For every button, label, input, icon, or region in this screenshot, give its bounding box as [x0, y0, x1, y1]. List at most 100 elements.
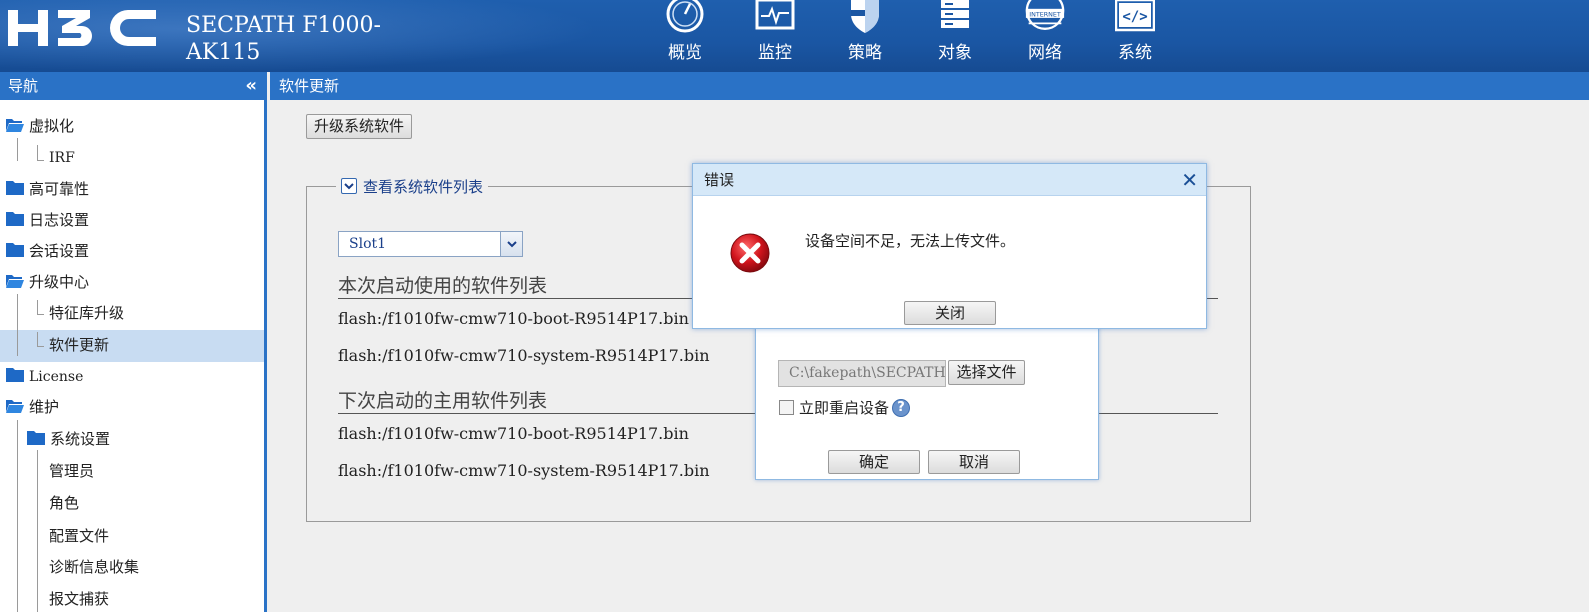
sidebar-item-label: 角色 [49, 494, 80, 512]
sidebar-item-label: 日志设置 [29, 211, 90, 229]
product-line-2: AK115 [186, 40, 261, 65]
sidebar-item-label: 虚拟化 [29, 117, 75, 135]
sidebar-item-system-settings[interactable]: 系统设置 [27, 424, 110, 454]
sidebar-item-signature-upgrade[interactable]: 特征库升级 [49, 298, 124, 328]
internet-text: INTERNET [1029, 12, 1061, 19]
page-title-bar: 软件更新 [270, 72, 1589, 100]
close-icon[interactable]: ✕ [1181, 164, 1198, 196]
error-message: 设备空间不足，无法上传文件。 [805, 232, 1016, 250]
sidebar-item-irf[interactable]: IRF [49, 143, 75, 173]
top-nav: 概览 监控 策略 对象 INTERNET 网络 </> 系统 [640, 0, 1180, 72]
nav-overview[interactable]: 概览 [640, 0, 730, 72]
next-file-system: flash:/f1010fw-cmw710-system-R9514P17.bi… [338, 461, 710, 480]
next-file-boot: flash:/f1010fw-cmw710-boot-R9514P17.bin [338, 424, 689, 443]
legend-label: 查看系统软件列表 [363, 177, 484, 196]
chevron-down-icon[interactable] [341, 178, 357, 194]
close-button[interactable]: 关闭 [904, 301, 996, 325]
tree-line [37, 346, 44, 347]
cancel-button[interactable]: 取消 [928, 450, 1020, 474]
product-name: SECPATH F1000- AK115 [186, 12, 381, 66]
sidebar-item-label: License [29, 369, 84, 385]
help-icon[interactable]: ? [892, 399, 910, 417]
sidebar-item-label: 升级中心 [29, 273, 90, 291]
current-file-boot: flash:/f1010fw-cmw710-boot-R9514P17.bin [338, 309, 689, 328]
server-stack-icon [935, 0, 975, 34]
error-icon [730, 233, 770, 273]
sidebar-item-label: IRF [49, 150, 75, 166]
tree-line [17, 420, 18, 612]
sidebar-item-label: 维护 [29, 398, 60, 416]
code-icon: </> [1115, 0, 1155, 34]
nav-network[interactable]: INTERNET 网络 [1000, 0, 1090, 72]
folder-open-icon [6, 400, 24, 413]
sidebar-item-session-settings[interactable]: 会话设置 [6, 236, 89, 266]
choose-file-button[interactable]: 选择文件 [948, 360, 1025, 385]
nav-monitor-label: 监控 [758, 43, 792, 63]
sidebar-item-label: 报文捕获 [49, 590, 110, 608]
folder-icon [6, 181, 24, 195]
nav-network-label: 网络 [1028, 43, 1062, 63]
sidebar-title: 导航 [8, 77, 39, 95]
nav-objects[interactable]: 对象 [910, 0, 1000, 72]
sidebar-item-label: 诊断信息收集 [49, 558, 140, 576]
sidebar-nav: 虚拟化 IRF 高可靠性 日志设置 会话设置 升级中心 特征库升级 软件更新 L… [0, 100, 267, 612]
sidebar-item-license[interactable]: License [6, 362, 83, 392]
product-line-1: SECPATH F1000- [186, 13, 381, 38]
sidebar-item-upgrade-center[interactable]: 升级中心 [6, 267, 89, 297]
file-path-field[interactable]: C:\fakepath\SECPATH10 [778, 360, 946, 387]
error-dialog: 错误 ✕ 设备空间不足，无法上传文件。 关闭 [692, 163, 1207, 329]
sidebar-item-label: 配置文件 [49, 527, 110, 545]
sidebar-item-virtualization[interactable]: 虚拟化 [6, 111, 74, 141]
sidebar-item-config-files[interactable]: 配置文件 [49, 521, 109, 551]
internet-globe-icon: INTERNET [1025, 0, 1065, 34]
sidebar-item-label: 系统设置 [50, 430, 111, 448]
confirm-button[interactable]: 确定 [828, 450, 920, 474]
restart-device-checkbox[interactable] [779, 400, 794, 415]
tree-line [17, 294, 18, 356]
sidebar-item-label: 管理员 [49, 462, 95, 480]
sidebar-item-software-update[interactable]: 软件更新 [49, 330, 109, 360]
sidebar-item-label: 高可靠性 [29, 180, 90, 198]
folder-icon [6, 368, 24, 382]
sidebar-item-high-availability[interactable]: 高可靠性 [6, 174, 89, 204]
software-list-legend[interactable]: 查看系统软件列表 [336, 175, 489, 197]
tree-line [17, 138, 18, 161]
chevron-down-icon[interactable] [500, 232, 522, 256]
upload-dialog: C:\fakepath\SECPATH10 选择文件 立即重启设备 ? 确定 取… [755, 322, 1099, 480]
sidebar-item-maintenance[interactable]: 维护 [6, 392, 59, 422]
folder-icon [6, 243, 24, 257]
folder-icon [27, 431, 45, 445]
tree-line [37, 332, 38, 347]
collapse-sidebar-icon[interactable]: « [245, 72, 257, 100]
upgrade-system-software-button[interactable]: 升级系统软件 [306, 114, 412, 139]
dashboard-gauge-icon [665, 0, 705, 34]
nav-objects-label: 对象 [938, 43, 972, 63]
sidebar-item-label: 特征库升级 [49, 304, 125, 322]
tree-line [37, 160, 44, 161]
nav-system[interactable]: </> 系统 [1090, 0, 1180, 72]
shield-icon [845, 0, 885, 34]
sidebar-item-packet-capture[interactable]: 报文捕获 [49, 584, 109, 612]
sidebar-item-log-settings[interactable]: 日志设置 [6, 205, 89, 235]
monitor-icon [755, 0, 795, 34]
code-text: </> [1122, 9, 1147, 25]
current-file-system: flash:/f1010fw-cmw710-system-R9514P17.bi… [338, 346, 710, 365]
nav-monitor[interactable]: 监控 [730, 0, 820, 72]
sidebar-item-administrators[interactable]: 管理员 [49, 456, 94, 486]
slot-select[interactable]: Slot1 [338, 231, 523, 257]
tree-line [37, 450, 38, 612]
sidebar-header: 导航 « [0, 72, 267, 100]
folder-open-icon [6, 119, 24, 132]
sidebar-item-diagnostics[interactable]: 诊断信息收集 [49, 552, 139, 582]
error-dialog-header: 错误 ✕ [693, 164, 1206, 196]
nav-policy[interactable]: 策略 [820, 0, 910, 72]
nav-overview-label: 概览 [668, 43, 702, 63]
restart-device-label: 立即重启设备 [799, 399, 890, 417]
sidebar-item-roles[interactable]: 角色 [49, 488, 79, 518]
folder-open-icon [6, 275, 24, 288]
sidebar-item-label: 软件更新 [49, 336, 110, 354]
page-title: 软件更新 [279, 77, 340, 95]
top-header: SECPATH F1000- AK115 概览 监控 策略 对象 INTERNE… [0, 0, 1589, 72]
folder-icon [6, 212, 24, 226]
nav-system-label: 系统 [1118, 43, 1152, 63]
